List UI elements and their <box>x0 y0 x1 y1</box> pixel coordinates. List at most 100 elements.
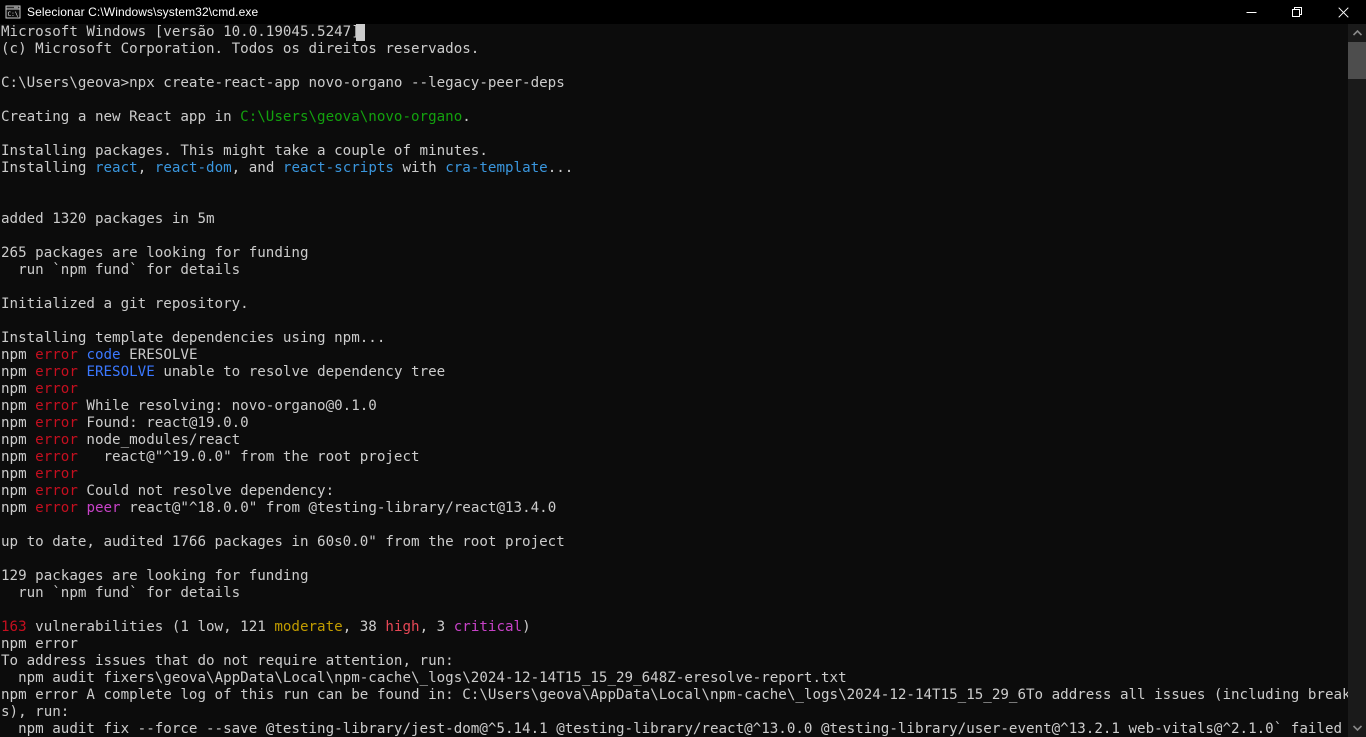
console-text: run `npm fund` for details <box>1 262 241 278</box>
minimize-button[interactable] <box>1228 0 1274 24</box>
console-text: Installing template dependencies using n… <box>1 330 386 346</box>
console-line: npm error Found: react@19.0.0 <box>1 415 1348 432</box>
console-line: C:\Users\geova>npx create-react-app novo… <box>1 75 1348 92</box>
console-text: react@"^18.0.0" from @testing-library/re… <box>120 500 557 516</box>
console-text: npm <box>1 347 36 363</box>
console-text: C:\Users\geova\novo-organo <box>240 109 463 125</box>
console-text: error <box>35 432 78 448</box>
text-cursor <box>356 24 365 41</box>
console-line: npm error ERESOLVE unable to resolve dep… <box>1 364 1348 381</box>
console-text: npm <box>1 364 36 380</box>
console-text: unable to resolve dependency tree <box>154 364 446 380</box>
window-titlebar[interactable]: C:\ Selecionar C:\Windows\system32\cmd.e… <box>0 0 1366 24</box>
console-text: critical <box>453 619 523 635</box>
console-line: Installing react, react-dom, and react-s… <box>1 160 1348 177</box>
console-text: npm audit fix --force --save @testing-li… <box>1 721 1343 737</box>
console-text: ) <box>522 619 531 635</box>
console-lines: Microsoft Windows [versão 10.0.19045.524… <box>0 24 1348 737</box>
console-text: npm <box>1 449 36 465</box>
console-line: Microsoft Windows [versão 10.0.19045.524… <box>1 24 1348 41</box>
console-text: error <box>35 415 78 431</box>
console-line: s), run: <box>1 704 1348 721</box>
console-line: Creating a new React app in C:\Users\geo… <box>1 109 1348 126</box>
console-text: error <box>35 500 78 516</box>
console-text: npm error A complete log of this run can… <box>1 687 1348 703</box>
console-text: npm <box>1 466 36 482</box>
console-line: Installing packages. This might take a c… <box>1 143 1348 160</box>
console-text: moderate <box>274 619 343 635</box>
svg-text:C:\: C:\ <box>8 11 19 18</box>
console-line: run `npm fund` for details <box>1 262 1348 279</box>
console-line: npm error A complete log of this run can… <box>1 687 1348 704</box>
console-text: ERESOLVE <box>86 364 155 380</box>
console-text: npm error <box>1 636 78 652</box>
console-output-area[interactable]: Microsoft Windows [versão 10.0.19045.524… <box>0 24 1348 737</box>
window-title: Selecionar C:\Windows\system32\cmd.exe <box>27 5 259 19</box>
console-text: added 1320 packages in 5m <box>1 211 215 227</box>
console-text: C:\Users\geova>npx create-react-app novo… <box>1 75 565 91</box>
console-line: npm error react@"^19.0.0" from the root … <box>1 449 1348 466</box>
console-text: npm <box>1 483 36 499</box>
console-text: npm <box>1 381 36 397</box>
console-text: npm <box>1 398 36 414</box>
console-text: ERESOLVE <box>120 347 198 363</box>
console-text: Microsoft Windows [versão 10.0.19045.524… <box>1 24 360 40</box>
console-text: , 38 <box>342 619 386 635</box>
cmd-window-icon: C:\ <box>5 4 21 20</box>
console-text: npm <box>1 432 36 448</box>
console-text: vulnerabilities (1 low, 121 <box>26 619 275 635</box>
console-text: error <box>35 398 78 414</box>
console-line: To address issues that do not require at… <box>1 653 1348 670</box>
console-text: 265 packages are looking for funding <box>1 245 309 261</box>
console-text: cra-template <box>445 160 548 176</box>
console-line: npm error <box>1 636 1348 653</box>
console-text: Initialized a git repository. <box>1 296 249 312</box>
console-line: npm error Could not resolve dependency: <box>1 483 1348 500</box>
console-line: npm audit fix --force --save @testing-li… <box>1 721 1348 737</box>
vertical-scrollbar[interactable] <box>1348 24 1366 737</box>
console-line: npm error <box>1 381 1348 398</box>
scroll-down-arrow-icon[interactable] <box>1348 719 1366 737</box>
console-text: node_modules/react <box>77 432 241 448</box>
console-text: error <box>35 466 78 482</box>
console-text: 129 packages are looking for funding <box>1 568 309 584</box>
console-text: To address issues that do not require at… <box>1 653 454 669</box>
console-text: react-scripts <box>282 160 394 176</box>
console-line: npm error peer react@"^18.0.0" from @tes… <box>1 500 1348 517</box>
console-text: react <box>94 160 138 176</box>
console-text: Found: react@19.0.0 <box>77 415 249 431</box>
scrollbar-track[interactable] <box>1348 42 1366 719</box>
console-text: error <box>35 449 78 465</box>
restore-button[interactable] <box>1274 0 1320 24</box>
console-text: Installing packages. This might take a c… <box>1 143 488 159</box>
console-text: react-dom <box>154 160 232 176</box>
close-button[interactable] <box>1320 0 1366 24</box>
console-text: error <box>35 381 78 397</box>
console-line: (c) Microsoft Corporation. Todos os dire… <box>1 41 1348 58</box>
console-line: Installing template dependencies using n… <box>1 330 1348 347</box>
console-line: 265 packages are looking for funding <box>1 245 1348 262</box>
console-line: up to date, audited 1766 packages in 60s… <box>1 534 1348 551</box>
console-line: 163 vulnerabilities (1 low, 121 moderate… <box>1 619 1348 636</box>
scroll-up-arrow-icon[interactable] <box>1348 24 1366 42</box>
console-text: code <box>86 347 121 363</box>
console-text: up to date, audited 1766 packages in 60s… <box>1 534 565 550</box>
console-text: ... <box>547 160 574 176</box>
console-text: npm <box>1 500 36 516</box>
console-text: npm <box>1 415 36 431</box>
console-text: , and <box>231 160 283 176</box>
scrollbar-thumb[interactable] <box>1348 42 1366 79</box>
console-line: run `npm fund` for details <box>1 585 1348 602</box>
console-text: . <box>462 109 471 125</box>
console-text: , <box>137 160 155 176</box>
console-text: react@"^19.0.0" from the root project <box>77 449 420 465</box>
